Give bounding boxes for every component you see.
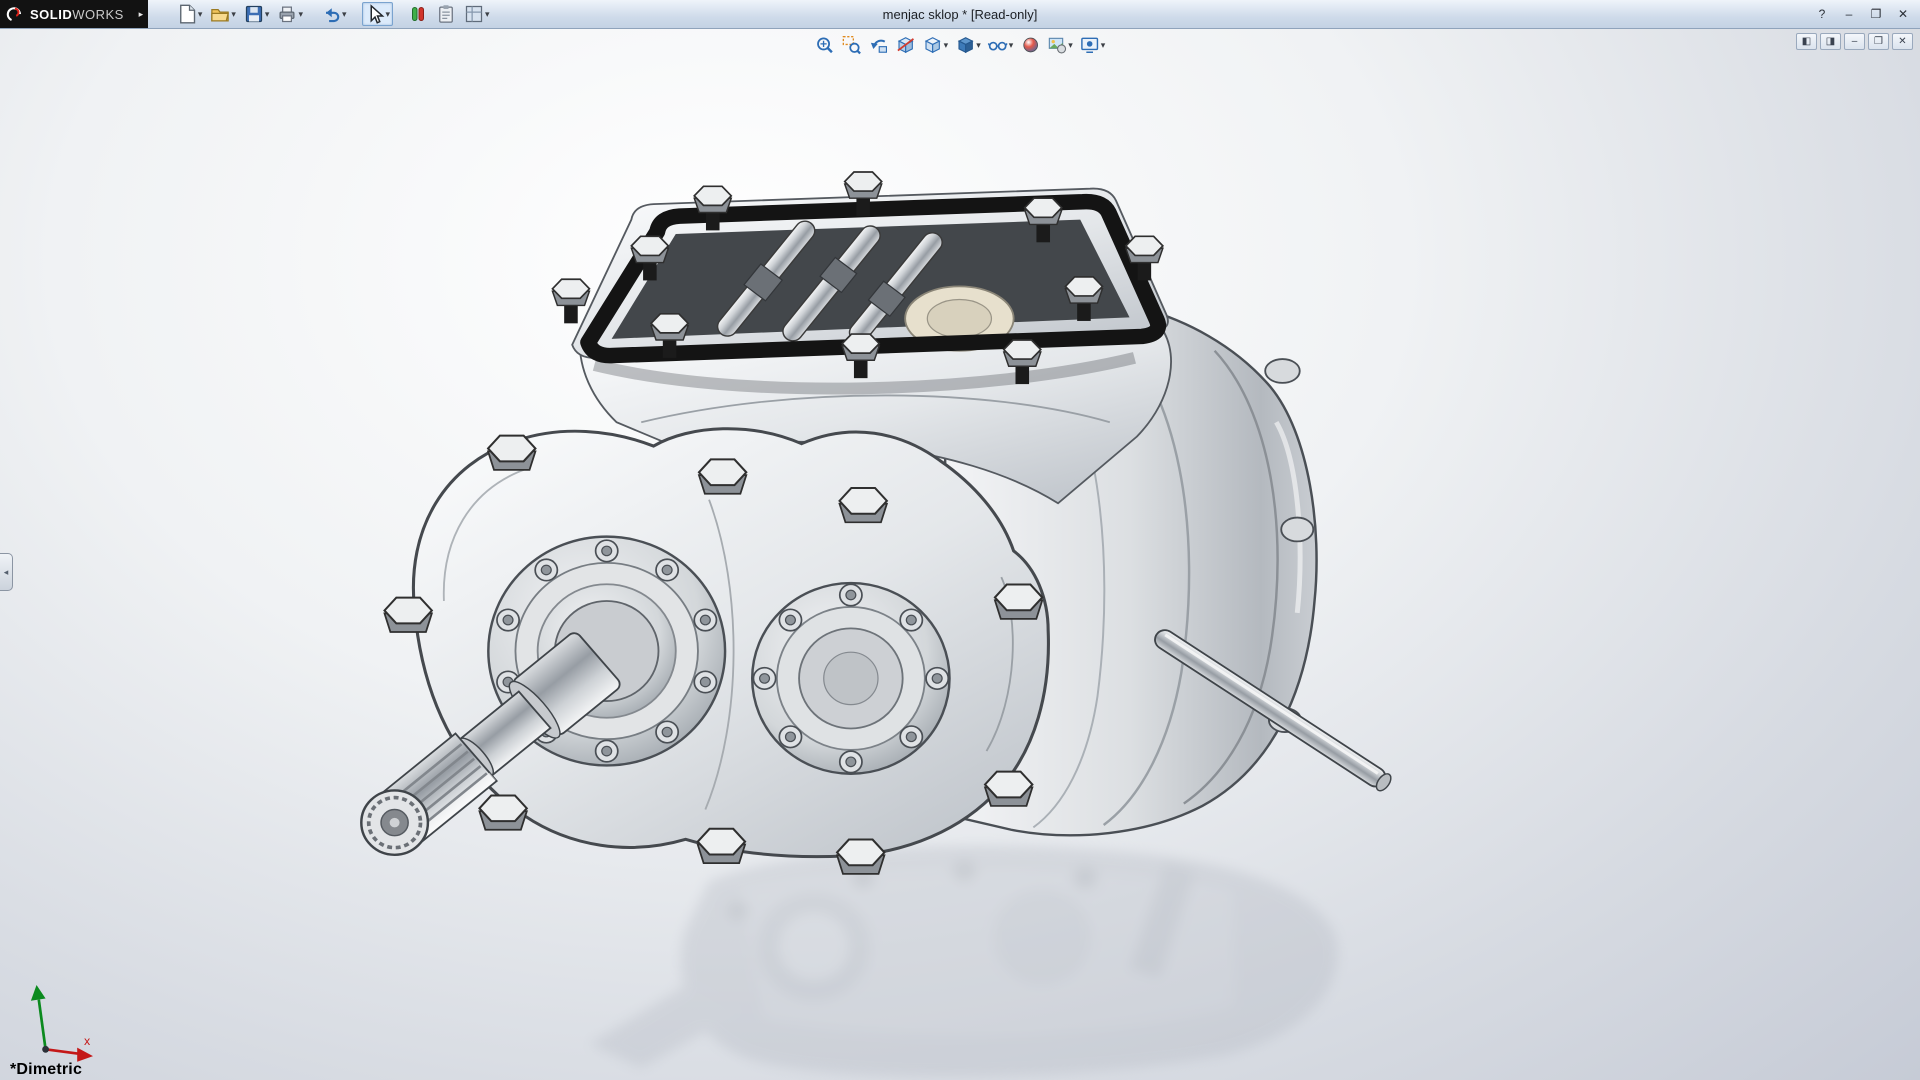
panel-expand-tab[interactable]: ◂ <box>0 553 13 591</box>
pane-right-button[interactable]: ◨ <box>1820 33 1841 50</box>
print-button[interactable]: ▾ <box>274 2 306 26</box>
solidworks-logo: SOLIDWORKS <box>0 0 134 28</box>
x-axis-label: x <box>84 1034 91 1048</box>
view-orientation-button[interactable]: ▾ <box>920 33 952 57</box>
solidworks-window: SOLIDWORKS ▸ ▾ ▾ ▾ ▾ ▾ ▾ ▾ menjac sklop … <box>0 0 1920 1080</box>
hide-show-items-button[interactable]: ▾ <box>985 33 1017 57</box>
eyeglasses-icon <box>987 41 1008 51</box>
view-orientation-label: *Dimetric <box>10 1061 83 1078</box>
pane-left-button[interactable]: ◧ <box>1796 33 1817 50</box>
help-button[interactable]: ? <box>1810 5 1834 24</box>
display-style-button[interactable]: ▾ <box>952 33 984 57</box>
zoom-to-fit-icon <box>817 37 833 54</box>
print-icon <box>279 6 295 23</box>
section-view-button[interactable] <box>893 33 919 57</box>
new-document-button[interactable]: ▾ <box>174 2 206 26</box>
minimize-button[interactable]: – <box>1837 5 1861 24</box>
maximize-button[interactable]: ❐ <box>1864 5 1888 24</box>
reference-triad: x <box>30 984 94 1062</box>
select-button[interactable]: ▾ <box>361 2 394 26</box>
view-orientation-cube-icon <box>924 37 941 54</box>
graphics-area[interactable]: ▾ ▾ ▾ ▾ ▾ ◧ ◨ – ❐ ✕ ◂ x *Dimetric <box>0 29 1920 1080</box>
output-bearing-boss[interactable] <box>750 581 951 775</box>
document-window-controls: ◧ ◨ – ❐ ✕ <box>1796 33 1913 50</box>
edit-appearance-button[interactable] <box>1017 33 1043 57</box>
input-shaft-end-face[interactable] <box>360 789 430 856</box>
undo-button[interactable]: ▾ <box>318 2 350 26</box>
display-style-cube-icon <box>957 37 974 54</box>
view-settings-icon <box>1081 37 1099 53</box>
dassault-logo-icon <box>6 6 22 21</box>
open-button[interactable]: ▾ <box>207 2 239 26</box>
open-folder-icon <box>211 9 230 22</box>
document-title: menjac sklop * [Read-only] <box>882 7 1038 22</box>
previous-view-icon <box>870 39 888 53</box>
solidworks-wordmark: SOLIDWORKS <box>30 6 124 22</box>
apply-scene-button[interactable]: ▾ <box>1044 33 1076 57</box>
close-button[interactable]: ✕ <box>1891 5 1915 24</box>
edit-color-button[interactable] <box>405 2 431 26</box>
gearbox-model[interactable] <box>0 29 1920 1080</box>
titlebar: SOLIDWORKS ▸ ▾ ▾ ▾ ▾ ▾ ▾ ▾ menjac sklop … <box>0 0 1920 29</box>
clipboard-button[interactable] <box>433 2 459 26</box>
model-reflection <box>589 845 1338 1078</box>
doc-restore-button[interactable]: ❐ <box>1868 33 1889 50</box>
window-controls: ? – ❐ ✕ <box>1810 5 1920 24</box>
heads-up-view-toolbar: ▾ ▾ ▾ ▾ ▾ <box>812 33 1109 57</box>
clipboard-icon <box>439 5 453 23</box>
options-button[interactable]: ▾ <box>461 2 493 26</box>
view-settings-button[interactable]: ▾ <box>1077 33 1109 57</box>
apply-scene-icon <box>1048 37 1066 54</box>
zoom-to-fit-button[interactable] <box>812 33 838 57</box>
standard-toolbar: ▾ ▾ ▾ ▾ ▾ ▾ ▾ <box>148 2 503 26</box>
menu-flyout-arrow[interactable]: ▸ <box>133 0 148 28</box>
doc-close-button[interactable]: ✕ <box>1892 33 1913 50</box>
options-grid-icon <box>465 5 483 23</box>
appearance-sphere-icon <box>1022 37 1038 53</box>
zoom-to-area-button[interactable] <box>839 33 865 57</box>
triad-origin <box>42 1045 49 1053</box>
section-view-icon <box>897 37 914 54</box>
x-axis-arrow <box>77 1047 94 1062</box>
edit-color-icon <box>412 6 425 21</box>
doc-minimize-button[interactable]: – <box>1844 33 1865 50</box>
save-icon <box>245 5 263 23</box>
zoom-to-area-icon <box>842 36 861 55</box>
undo-icon <box>325 8 340 23</box>
save-button[interactable]: ▾ <box>241 2 273 26</box>
select-cursor-icon <box>370 4 384 24</box>
new-document-icon <box>179 4 196 24</box>
y-axis-arrow <box>30 984 46 1001</box>
previous-view-button[interactable] <box>866 33 892 57</box>
